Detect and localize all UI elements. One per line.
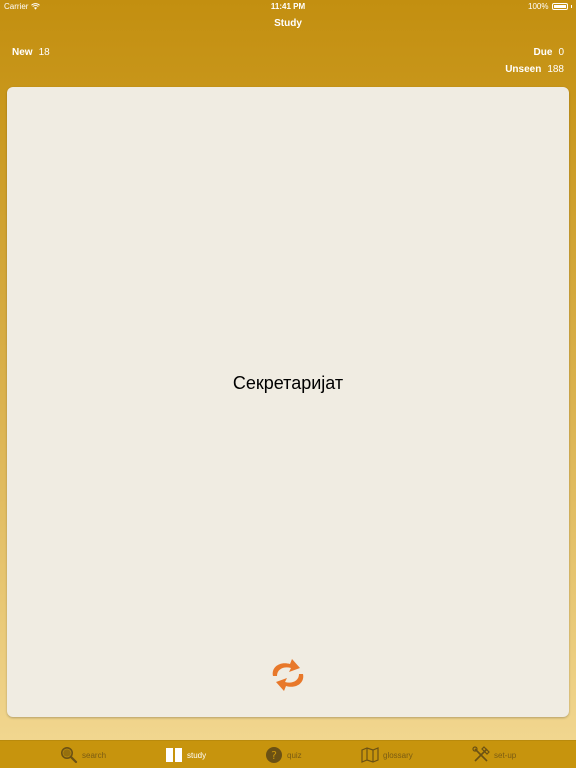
- tab-bar: search study ? quiz glossary set-up: [0, 740, 576, 768]
- due-label: Due: [533, 47, 553, 58]
- battery-icon: [551, 3, 568, 10]
- flashcard[interactable]: Секретаријат: [7, 87, 569, 717]
- search-icon: [61, 747, 78, 764]
- due-value: 0: [558, 47, 564, 58]
- question-icon: ?: [266, 747, 282, 763]
- tab-label-study: study: [187, 750, 207, 760]
- unseen-label: Unseen: [505, 64, 542, 75]
- new-label: New: [12, 47, 33, 58]
- map-icon: [361, 747, 379, 763]
- battery-cap: [570, 5, 572, 8]
- tab-study[interactable]: study: [165, 745, 206, 765]
- battery-percent: 100%: [528, 2, 549, 11]
- unseen-value: 188: [547, 64, 564, 75]
- refresh-icon[interactable]: [264, 657, 312, 693]
- svg-text:?: ?: [271, 749, 277, 762]
- tab-label-glossary: glossary: [383, 750, 413, 760]
- status-time: 11:41 PM: [270, 2, 306, 11]
- tab-label-quiz: quiz: [287, 750, 302, 760]
- tab-label-search: search: [82, 750, 107, 760]
- new-value: 18: [38, 47, 50, 58]
- tab-label-setup: set-up: [494, 750, 517, 760]
- tab-search[interactable]: search: [60, 745, 106, 765]
- tab-setup[interactable]: set-up: [472, 745, 516, 765]
- page-title: Study: [274, 18, 302, 29]
- tab-glossary[interactable]: glossary: [361, 745, 413, 765]
- tab-quiz[interactable]: ? quiz: [265, 745, 302, 765]
- status-bar: Carrier 11:41 PM 100%: [0, 0, 576, 12]
- unseen-count: Unseen 188: [505, 64, 564, 75]
- new-count: New 18: [12, 47, 50, 58]
- card-word: Секретаријат: [232, 373, 344, 393]
- status-battery: 100%: [528, 2, 572, 11]
- book-icon: [166, 748, 182, 762]
- tools-icon: [472, 746, 490, 762]
- due-count: Due 0: [534, 47, 564, 58]
